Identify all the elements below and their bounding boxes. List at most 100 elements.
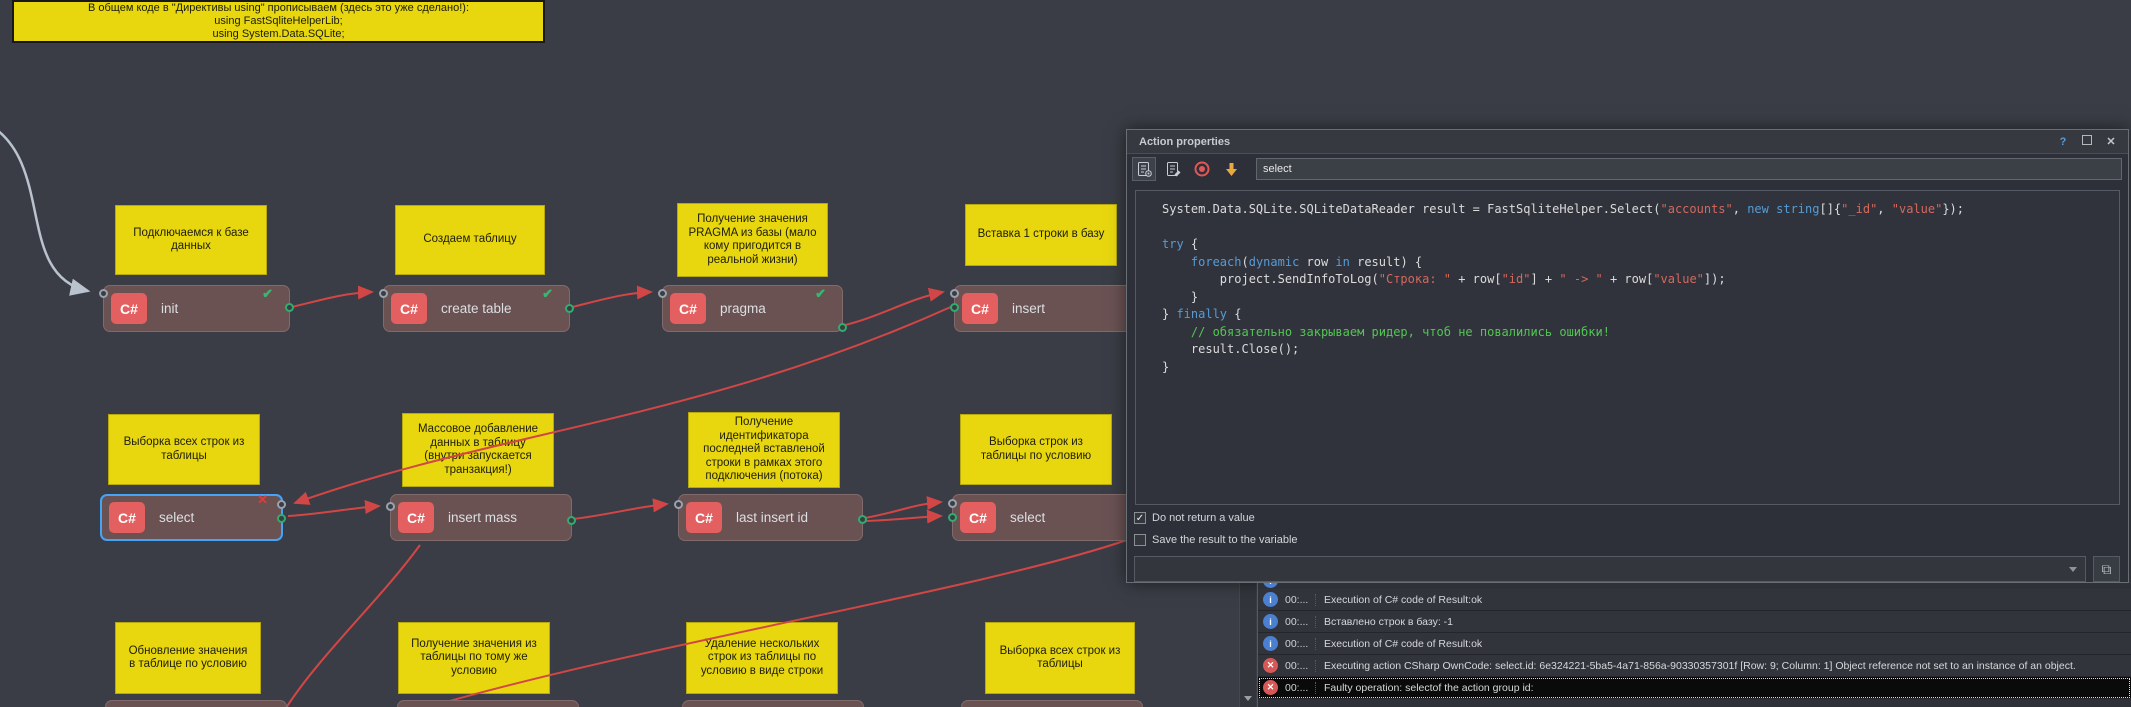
node-init[interactable]: C#init✔ [103,285,290,332]
maximize-button[interactable] [2078,135,2096,148]
code-line: foreach(dynamic row in result) { [1162,254,2119,272]
edge-down-left [286,545,420,707]
output-port[interactable] [948,513,957,522]
node-pragma[interactable]: C#pragma✔ [662,285,843,332]
node-title: insert [1012,301,1045,316]
checkbox-unchecked-icon[interactable] [1134,534,1146,546]
code-line: } finally { [1162,306,2119,324]
close-button[interactable]: ✕ [2102,135,2120,148]
log-row[interactable]: i00:...Execution of C# code of Result:ok [1258,633,2131,655]
output-port[interactable] [285,303,294,312]
do-not-return-option[interactable]: ✓ Do not return a value [1134,512,1255,524]
input-port[interactable] [674,500,683,509]
code-line [1162,219,2119,237]
action-properties-panel: Action properties ? ✕ [1126,129,2129,583]
checkbox-label: Do not return a value [1152,512,1255,524]
maximize-icon [2082,135,2092,145]
csharp-badge: C# [398,502,434,533]
record-button[interactable] [1190,157,1214,181]
node-partial-3[interactable] [682,700,864,707]
log-message: Faulty operation: selectof the action gr… [1315,682,1534,694]
csharp-badge: C# [111,293,147,324]
note-line: using FastSqliteHelperLib; [14,15,543,28]
node-partial-4[interactable] [961,700,1143,707]
node-last-insert-id[interactable]: C#last insert id [678,494,863,541]
error-cross-icon: ✕ [257,492,268,508]
panel-titlebar[interactable]: Action properties ? ✕ [1127,130,2128,154]
code-line: try { [1162,236,2119,254]
copy-variable-button[interactable]: ⧉ [2093,556,2120,582]
checkbox-label: Save the result to the variable [1152,534,1298,546]
log-message: Вставлено строк в базу: -1 [1315,616,1453,628]
output-port[interactable] [277,514,286,523]
error-icon: ✕ [1263,680,1278,695]
edge-entry-arrow [0,125,88,291]
log-message: Execution of C# code of Result:ok [1315,594,1482,606]
output-port[interactable] [950,303,959,312]
edge-init-create [292,292,372,307]
run-to-action-button[interactable] [1219,157,1243,181]
input-port[interactable] [950,289,959,298]
output-port[interactable] [838,323,847,332]
node-select-1[interactable]: C# select ✕ [100,494,283,541]
action-name-input[interactable] [1256,158,2122,180]
input-port[interactable] [948,499,957,508]
code-line: // обязательно закрываем ридер, чтоб не … [1162,324,2119,342]
canvas-vertical-scrollbar[interactable] [1239,583,1256,707]
flow-canvas[interactable]: Подключаемся к базе данныхСоздаем таблиц… [0,0,2131,707]
csharp-badge: C# [670,293,706,324]
log-row[interactable]: i00:... Вставлено строк в базу: -1 [1258,611,2131,633]
variable-select[interactable] [1134,556,2086,582]
log-row[interactable]: ✕00:...Executing action CSharp OwnCode: … [1258,655,2131,677]
panel-toolbar [1127,154,2128,184]
input-port[interactable] [99,289,108,298]
edge-insert-select [295,306,953,503]
copy-icon: ⧉ [2102,561,2112,578]
note-line: using System.Data.SQLite; [14,28,543,41]
record-icon [1193,160,1211,178]
input-port[interactable] [386,502,395,511]
node-insert-mass[interactable]: C#insert mass [390,494,572,541]
code-editor[interactable]: System.Data.SQLite.SQLiteDataReader resu… [1135,190,2120,505]
checkbox-checked-icon[interactable]: ✓ [1134,512,1146,524]
log-time: 00:... [1285,638,1311,650]
code-settings-button[interactable] [1132,157,1156,181]
csharp-badge: C# [960,502,996,533]
output-port[interactable] [858,515,867,524]
log-message: Executing action CSharp OwnCode: select.… [1315,660,2076,672]
chevron-down-icon [1244,696,1252,701]
node-partial-2[interactable] [397,700,579,707]
scroll-down-button[interactable] [1240,690,1256,706]
input-port[interactable] [277,500,286,509]
panel-title: Action properties [1139,136,1230,148]
node-title: last insert id [736,510,808,525]
node-create-table[interactable]: C#create table✔ [383,285,570,332]
log-message: Execution of C# code of Result:ok [1315,638,1482,650]
info-icon: i [1263,592,1278,607]
sticky-note-using-directives[interactable]: В общем коде в "Директивы using" прописы… [12,0,545,43]
node-partial-1[interactable] [105,700,287,707]
code-line: project.SendInfoToLog("Строка: " + row["… [1162,271,2119,289]
info-icon: i [1263,614,1278,629]
code-line: System.Data.SQLite.SQLiteDataReader resu… [1162,201,2119,219]
help-button[interactable]: ? [2054,136,2072,148]
edge-create-pragma [572,292,651,307]
output-port[interactable] [565,304,574,313]
execution-log[interactable]: i i00:...Execution of C# code of Result:… [1257,583,2131,707]
node-title: select [1010,510,1045,525]
output-port[interactable] [567,516,576,525]
node-title: pragma [720,301,766,316]
log-row[interactable]: ✕00:...Faulty operation: selectof the ac… [1258,677,2131,699]
log-row[interactable]: i00:...Execution of C# code of Result:ok [1258,589,2131,611]
node-title: init [161,301,178,316]
edge-select2-down [425,540,1127,707]
node-title: select [159,510,194,525]
input-port[interactable] [379,289,388,298]
edge-insertmass-lastid [573,504,667,519]
code-edit-button[interactable] [1161,157,1185,181]
input-port[interactable] [658,289,667,298]
code-line: } [1162,289,2119,307]
log-row-partial: i [1263,583,1278,588]
save-result-option[interactable]: Save the result to the variable [1134,534,1298,546]
csharp-badge: C# [109,502,145,533]
